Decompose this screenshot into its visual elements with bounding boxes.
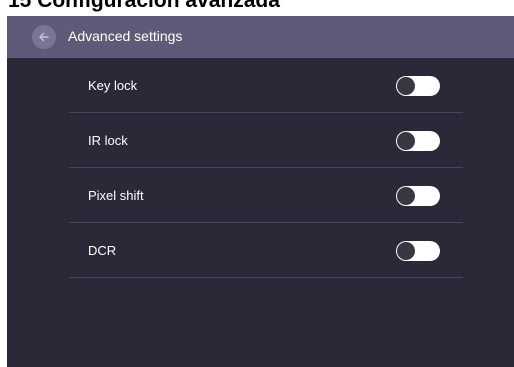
dcr-toggle[interactable] [396,241,440,261]
toggle-knob [397,77,415,95]
toggle-knob [397,242,415,260]
back-button[interactable] [32,25,56,49]
settings-list: Key lock IR lock Pixel shift DCR [69,58,463,278]
setting-row-key-lock[interactable]: Key lock [69,58,463,113]
header-bar: Advanced settings [7,16,514,58]
page-title: Advanced settings [68,28,183,44]
toggle-knob [397,132,415,150]
toggle-knob [397,187,415,205]
setting-row-dcr[interactable]: DCR [69,223,463,278]
document-section-heading: 15 Configuración avanzada [8,0,280,12]
setting-label: IR lock [88,133,128,148]
setting-label: Key lock [88,78,138,93]
settings-screen: Advanced settings Key lock IR lock Pixel… [7,16,514,367]
setting-row-pixel-shift[interactable]: Pixel shift [69,168,463,223]
ir-lock-toggle[interactable] [396,131,440,151]
arrow-left-icon [39,32,49,42]
key-lock-toggle[interactable] [396,76,440,96]
setting-label: Pixel shift [88,188,144,203]
setting-row-ir-lock[interactable]: IR lock [69,113,463,168]
pixel-shift-toggle[interactable] [396,186,440,206]
setting-label: DCR [88,243,117,258]
